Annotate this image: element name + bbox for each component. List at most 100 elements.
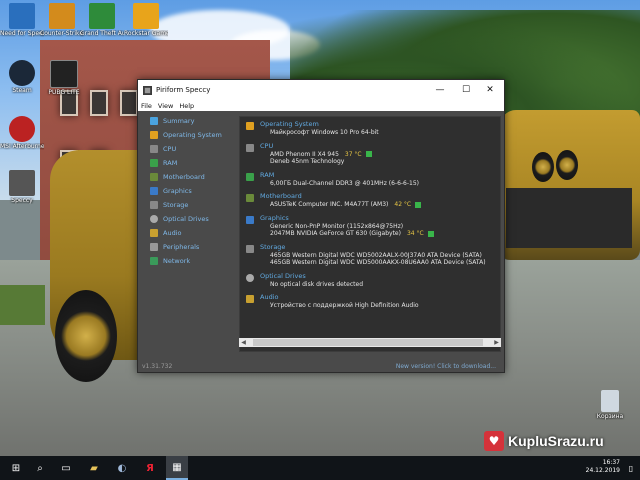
section-value: 465GB Western Digital WDC WD5000AAKX-08U… bbox=[270, 259, 486, 266]
section-value: No optical disk drives detected bbox=[270, 280, 364, 288]
desktop-icon-speccy[interactable]: Speccy bbox=[0, 170, 44, 204]
nav-optical-drives[interactable]: Optical Drives bbox=[140, 212, 236, 226]
speccy-window: Piriform Speccy — ☐ ✕ File View Help Sum… bbox=[137, 79, 505, 373]
scroll-left-icon[interactable]: ◀ bbox=[239, 338, 248, 347]
temperature-ok-icon bbox=[415, 201, 422, 208]
scrollbar-thumb[interactable] bbox=[253, 339, 483, 346]
watermark: ♥ KupluSrazu.ru bbox=[484, 430, 632, 452]
nav-audio[interactable]: Audio bbox=[140, 226, 236, 240]
msi-afterburner-icon bbox=[9, 116, 35, 142]
status-bar: v1.31.732 New version! Click to download… bbox=[138, 360, 504, 372]
temperature-ok-icon bbox=[365, 151, 372, 157]
section-value: AMD Phenom II X4 945 bbox=[270, 150, 339, 158]
close-button[interactable]: ✕ bbox=[478, 80, 502, 100]
desktop-icon-recycle-bin[interactable]: Корзина bbox=[588, 390, 632, 420]
speaker-icon bbox=[246, 295, 254, 303]
speaker-icon bbox=[150, 229, 158, 237]
heart-logo-icon: ♥ bbox=[484, 431, 504, 451]
section-value-row: AMD Phenom II X4 945 37 °C bbox=[260, 151, 500, 159]
desktop-icon-msi-afterburner[interactable]: MSI Afterburner bbox=[0, 116, 44, 150]
car-wheel bbox=[55, 290, 117, 382]
car-grille bbox=[506, 188, 632, 248]
sidebar: Summary Operating System CPU RAM Motherb… bbox=[140, 114, 236, 354]
disc-icon bbox=[150, 215, 158, 223]
task-view-button[interactable]: ▭ bbox=[56, 456, 76, 480]
section-value: 6,00ГБ Dual-Channel DDR3 @ 401MHz (6-6-6… bbox=[270, 179, 420, 187]
section-heading: Optical Drives bbox=[260, 271, 306, 280]
grass bbox=[0, 285, 45, 325]
section-storage: Storage 465GB Western Digital WDC WD5002… bbox=[240, 243, 500, 267]
need-for-speed-icon bbox=[9, 3, 35, 29]
menu-bar: File View Help bbox=[138, 100, 504, 111]
title-bar[interactable]: Piriform Speccy — ☐ ✕ bbox=[138, 80, 504, 100]
cpu-temperature: 37 °C bbox=[344, 150, 362, 158]
clock-time: 16:37 bbox=[602, 459, 620, 466]
notifications-icon[interactable]: ▯ bbox=[624, 456, 638, 480]
motherboard-icon bbox=[246, 194, 254, 202]
desktop-icon-steam[interactable]: Steam bbox=[0, 60, 44, 94]
nav-ram[interactable]: RAM bbox=[140, 156, 236, 170]
menu-file[interactable]: File bbox=[141, 102, 152, 110]
steam-taskbar-button[interactable]: ◐ bbox=[112, 456, 132, 480]
desktop-icon-need-for-speed[interactable]: Need for Speed bbox=[0, 3, 44, 37]
section-value: 465GB Western Digital WDC WD5002AALX-00J… bbox=[270, 251, 482, 259]
section-heading: Storage bbox=[260, 242, 286, 251]
window-title: Piriform Speccy bbox=[156, 86, 211, 94]
desktop-icon-pubg-lite[interactable]: PUBG LITE bbox=[42, 60, 86, 96]
section-motherboard: Motherboard ASUSTeK Computer INC. M4A77T… bbox=[240, 192, 500, 209]
section-cpu: CPU AMD Phenom II X4 945 37 °C Deneb 45nm… bbox=[240, 142, 500, 166]
section-operating-system: Operating System Майкрософт Windows 10 P… bbox=[240, 120, 500, 137]
nav-network[interactable]: Network bbox=[140, 254, 236, 268]
steam-icon bbox=[9, 60, 35, 86]
motherboard-icon bbox=[150, 173, 158, 181]
pubg-lite-icon bbox=[50, 60, 78, 88]
rockstar-icon bbox=[133, 3, 159, 29]
desktop-icon-gta-v[interactable]: Grand Theft Auto V bbox=[80, 3, 124, 37]
desktop-icon-counter-strike[interactable]: Counter-Strike Global Offe... bbox=[40, 3, 84, 37]
cpu-icon bbox=[150, 145, 158, 153]
mouse-icon bbox=[150, 243, 158, 251]
windows-icon bbox=[246, 122, 254, 130]
ram-icon bbox=[150, 159, 158, 167]
counter-strike-icon bbox=[49, 3, 75, 29]
scroll-right-icon[interactable]: ▶ bbox=[492, 338, 501, 347]
nav-operating-system[interactable]: Operating System bbox=[140, 128, 236, 142]
nav-storage[interactable]: Storage bbox=[140, 198, 236, 212]
section-heading: Operating System bbox=[260, 120, 319, 128]
disc-icon bbox=[246, 273, 254, 282]
nav-graphics[interactable]: Graphics bbox=[140, 184, 236, 198]
section-audio: Audio Устройство с поддержкой High Defin… bbox=[240, 293, 500, 310]
horizontal-scrollbar[interactable]: ◀ ▶ bbox=[239, 338, 501, 347]
section-value-row: 2047MB NVIDIA GeForce GT 630 (Gigabyte) 3… bbox=[260, 230, 500, 238]
maximize-button[interactable]: ☐ bbox=[454, 80, 478, 100]
network-icon bbox=[150, 257, 158, 265]
nav-cpu[interactable]: CPU bbox=[140, 142, 236, 156]
hard-drive-icon bbox=[150, 201, 158, 209]
desktop-icon-rockstar[interactable]: Rockstar Games... bbox=[124, 3, 168, 37]
speccy-taskbar-button[interactable]: ▦ bbox=[166, 456, 188, 480]
nav-summary[interactable]: Summary bbox=[140, 114, 236, 128]
start-button[interactable]: ⊞ bbox=[4, 456, 28, 480]
section-value: Generic Non-PnP Monitor (1152x864@75Hz) bbox=[270, 222, 404, 230]
section-heading: RAM bbox=[260, 170, 275, 179]
menu-help[interactable]: Help bbox=[179, 102, 194, 110]
gta-v-icon bbox=[89, 3, 115, 29]
summary-panel: Operating System Майкрософт Windows 10 P… bbox=[239, 116, 501, 352]
section-value: 2047MB NVIDIA GeForce GT 630 (Gigabyte) bbox=[270, 230, 401, 237]
nav-motherboard[interactable]: Motherboard bbox=[140, 170, 236, 184]
yandex-browser-button[interactable]: Я bbox=[140, 456, 160, 480]
update-link[interactable]: New version! Click to download... bbox=[396, 363, 496, 370]
taskbar: ⊞ ⌕ ▭ ▰ ◐ Я ▦ 16:37 24.12.2019 ▯ bbox=[0, 456, 640, 480]
menu-view[interactable]: View bbox=[158, 102, 173, 110]
file-explorer-button[interactable]: ▰ bbox=[84, 456, 104, 480]
system-clock[interactable]: 16:37 24.12.2019 bbox=[586, 459, 620, 475]
gpu-temperature: 34 °C bbox=[406, 230, 424, 237]
search-button[interactable]: ⌕ bbox=[30, 456, 50, 480]
section-heading: CPU bbox=[260, 141, 274, 150]
minimize-button[interactable]: — bbox=[428, 80, 452, 100]
windows-icon bbox=[150, 131, 158, 139]
nav-peripherals[interactable]: Peripherals bbox=[140, 240, 236, 254]
monitor-icon bbox=[150, 187, 158, 195]
clock-date: 24.12.2019 bbox=[585, 467, 620, 474]
temperature-ok-icon bbox=[427, 230, 434, 237]
